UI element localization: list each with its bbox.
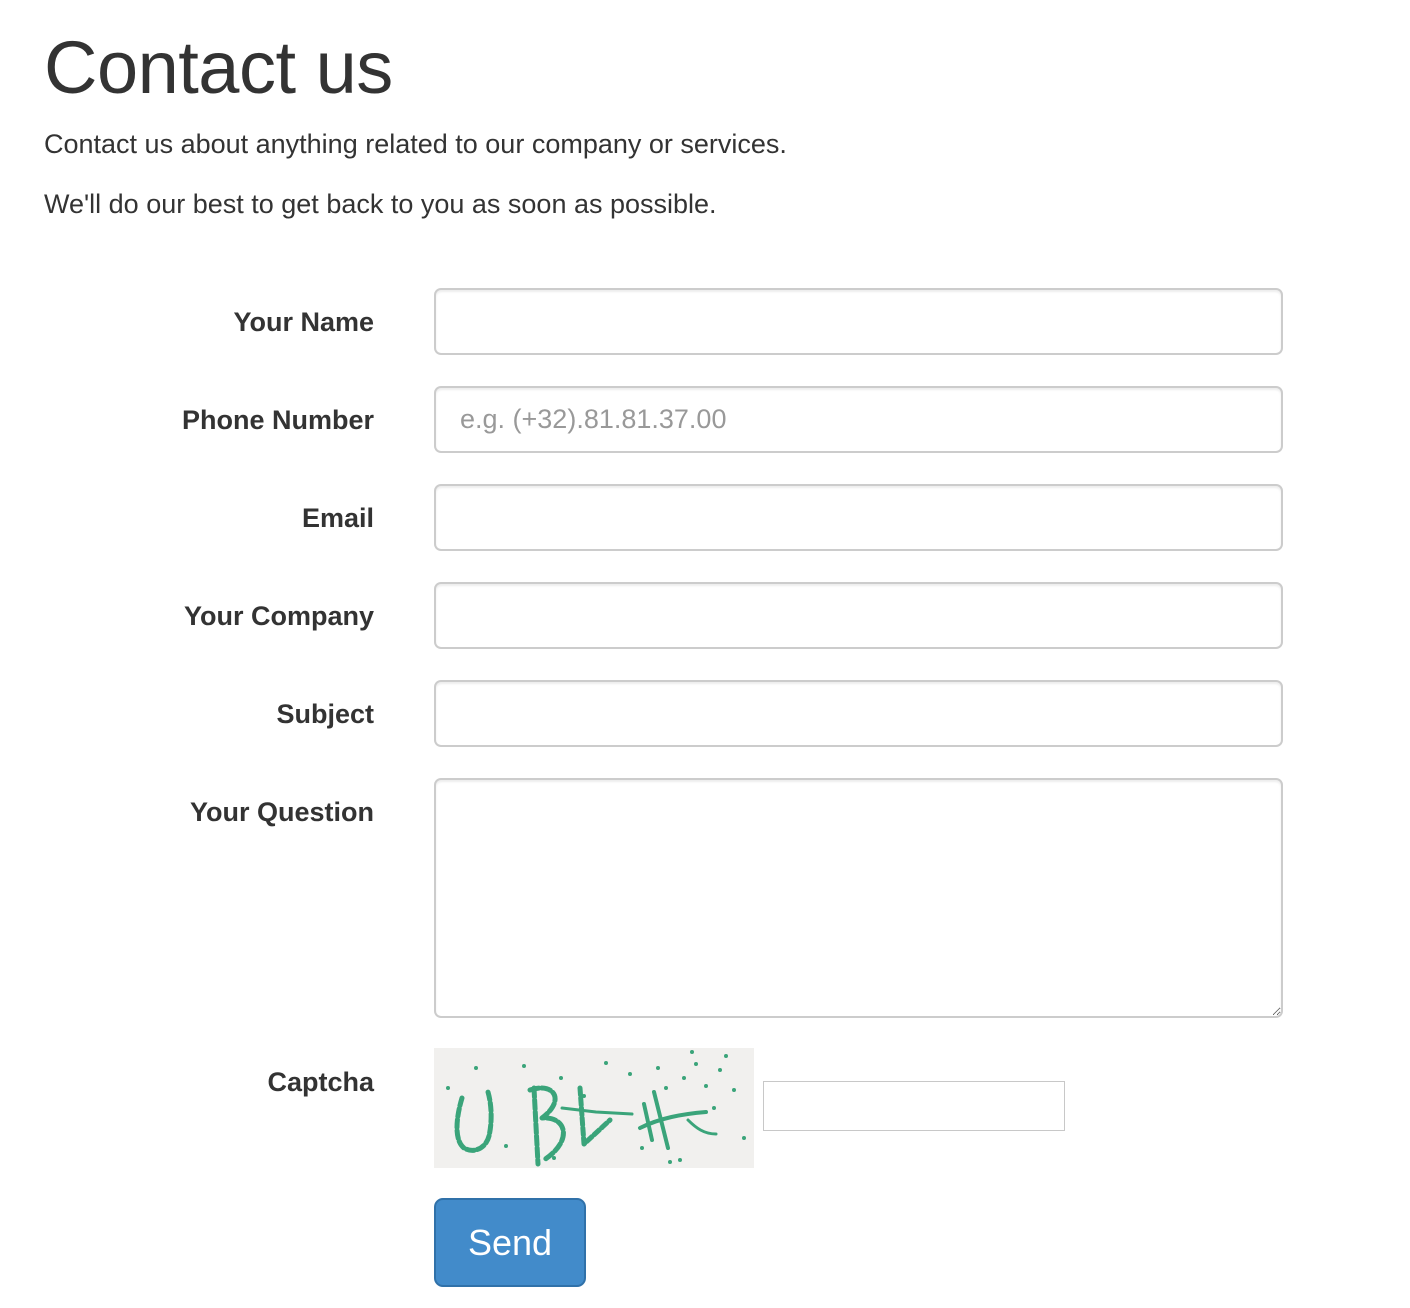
captcha-image (434, 1048, 754, 1168)
company-input[interactable] (434, 582, 1283, 649)
subject-input[interactable] (434, 680, 1283, 747)
subject-label: Subject (276, 699, 374, 729)
question-label: Your Question (189, 797, 374, 827)
company-label: Your Company (183, 601, 374, 631)
email-input[interactable] (434, 484, 1283, 551)
send-button[interactable]: Send (434, 1198, 586, 1287)
intro-followup-text: We'll do our best to get back to you as … (44, 189, 717, 219)
phone-label: Phone Number (181, 405, 374, 435)
name-input[interactable] (434, 288, 1283, 355)
name-label: Your Name (233, 307, 374, 337)
question-textarea[interactable] (434, 778, 1283, 1018)
intro-text: Contact us about anything related to our… (44, 129, 787, 159)
page-title: Contact us (44, 26, 393, 109)
captcha-input[interactable] (763, 1081, 1065, 1131)
captcha-label: Captcha (267, 1067, 374, 1097)
email-label: Email (301, 503, 374, 533)
phone-input[interactable] (434, 386, 1283, 453)
